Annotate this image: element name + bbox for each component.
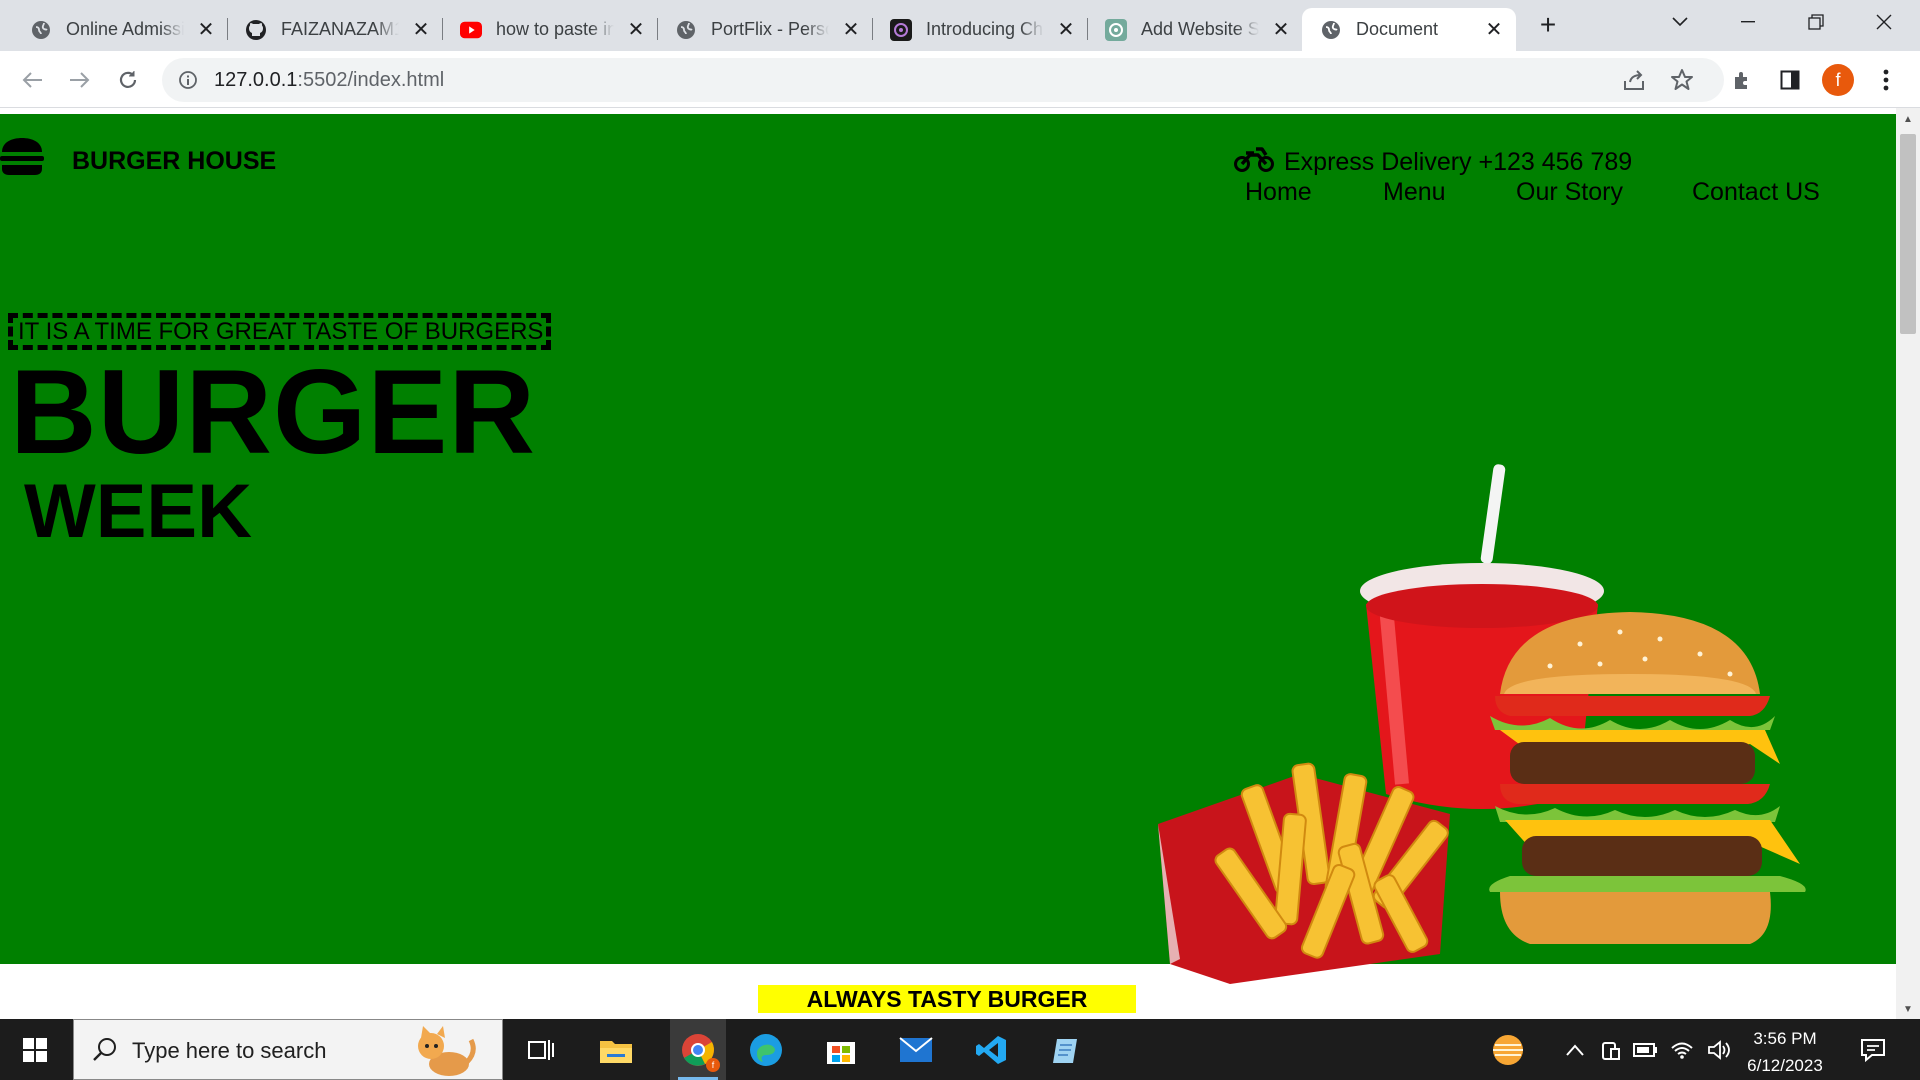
section-label: ALWAYS TASTY BURGER <box>758 985 1136 1013</box>
burger-logo-icon <box>0 136 44 181</box>
cat-widget-icon <box>409 1022 479 1080</box>
tab-title: Introducing Ch <box>926 19 1044 39</box>
motorcycle-icon <box>1234 145 1284 180</box>
hero-subheadline: WEEK <box>24 469 252 554</box>
notepad-icon[interactable] <box>1045 1029 1087 1071</box>
windows-taskbar: Type here to search f 3:56 PM 6/12/2023 <box>0 1019 1920 1080</box>
share-icon[interactable] <box>1622 69 1646 96</box>
system-clock[interactable]: 3:56 PM 6/12/2023 <box>1720 1025 1850 1079</box>
brand-name[interactable]: BURGER HOUSE <box>72 147 276 176</box>
clock-date: 6/12/2023 <box>1747 1056 1823 1075</box>
tab-search-icon[interactable] <box>1646 0 1714 44</box>
nav-contact-us[interactable]: Contact US <box>1692 178 1820 207</box>
web-page: BURGER HOUSE Express Delivery +123 456 7… <box>0 114 1896 1019</box>
tab-youtube[interactable]: how to paste in ✕ <box>430 8 658 51</box>
windows-start-icon[interactable] <box>14 1029 56 1071</box>
delivery-info: Express Delivery +123 456 789 <box>1234 145 1632 180</box>
nav-menu[interactable]: Menu <box>1383 178 1446 207</box>
nav-home[interactable]: Home <box>1245 178 1312 207</box>
tab-portflix[interactable]: PortFlix - Perso ✕ <box>645 8 873 51</box>
tab-title: Add Website S <box>1141 19 1259 39</box>
tab-title: Online Admissi <box>66 19 184 39</box>
scroll-thumb[interactable] <box>1900 134 1916 334</box>
site-info-icon[interactable] <box>178 70 198 95</box>
back-icon[interactable] <box>16 64 48 96</box>
clock-time: 3:56 PM <box>1753 1029 1817 1048</box>
close-tab-icon[interactable]: ✕ <box>1482 17 1506 41</box>
search-icon <box>92 1036 118 1067</box>
tab-github[interactable]: FAIZANAZAM1 ✕ <box>215 8 443 51</box>
tab-introducing[interactable]: Introducing Ch ✕ <box>860 8 1088 51</box>
battery-icon[interactable] <box>1624 1029 1666 1071</box>
minimize-icon[interactable] <box>1714 0 1782 44</box>
delivery-text: Express Delivery +123 456 789 <box>1284 148 1633 176</box>
vscode-icon[interactable] <box>970 1029 1012 1071</box>
globe-icon <box>1320 19 1342 41</box>
side-panel-icon[interactable] <box>1774 64 1806 96</box>
task-view-icon[interactable] <box>520 1029 562 1071</box>
tab-strip: Online Admissi ✕ FAIZANAZAM1 ✕ how to pa… <box>0 0 1920 51</box>
microsoft-store-icon[interactable] <box>820 1029 862 1071</box>
profile-initial: f <box>1822 64 1854 96</box>
new-tab-icon[interactable]: + <box>1532 9 1564 41</box>
tab-title: PortFlix - Perso <box>711 19 829 39</box>
notifications-icon[interactable] <box>1852 1029 1894 1071</box>
mail-icon[interactable] <box>895 1029 937 1071</box>
openai-icon <box>890 18 912 41</box>
search-placeholder: Type here to search <box>132 1038 327 1063</box>
page-scrollbar[interactable]: ▲ ▼ <box>1896 108 1920 1019</box>
tab-online-admission[interactable]: Online Admissi ✕ <box>0 8 228 51</box>
nav-our-story[interactable]: Our Story <box>1516 178 1623 207</box>
close-window-icon[interactable] <box>1850 0 1918 44</box>
tab-title: how to paste in <box>496 19 614 39</box>
globe-icon <box>30 19 52 41</box>
weather-widget-icon[interactable] <box>1487 1029 1529 1071</box>
close-tab-icon[interactable]: ✕ <box>1269 17 1293 41</box>
tab-document[interactable]: Document ✕ <box>1302 8 1516 51</box>
url-text[interactable]: 127.0.0.1:5502/index.html <box>214 69 444 92</box>
chrome-taskbar-icon[interactable]: f <box>670 1019 726 1080</box>
url-path: :5502/index.html <box>297 69 445 91</box>
screen: Online Admissi ✕ FAIZANAZAM1 ✕ how to pa… <box>0 0 1920 1080</box>
menu-kebab-icon[interactable] <box>1870 64 1902 96</box>
github-icon <box>245 19 267 41</box>
tab-add-website[interactable]: Add Website S ✕ <box>1075 8 1303 51</box>
wifi-icon[interactable] <box>1661 1029 1703 1071</box>
edge-icon[interactable] <box>745 1029 787 1071</box>
extensions-icon[interactable] <box>1726 64 1758 96</box>
taskbar-search-box[interactable]: Type here to search <box>73 1019 503 1080</box>
scroll-down-icon[interactable]: ▼ <box>1903 1004 1913 1015</box>
profile-avatar[interactable]: f <box>1822 64 1854 96</box>
address-bar[interactable]: 127.0.0.1:5502/index.html <box>162 58 1724 102</box>
reload-icon[interactable] <box>112 64 144 96</box>
scroll-up-icon[interactable]: ▲ <box>1903 114 1913 125</box>
burger-meal-image <box>1158 464 1806 984</box>
forward-icon[interactable] <box>64 64 96 96</box>
restore-icon[interactable] <box>1782 0 1850 44</box>
youtube-icon <box>460 19 482 41</box>
bookmark-star-icon[interactable] <box>1670 68 1694 97</box>
globe-icon <box>675 19 697 41</box>
file-explorer-icon[interactable] <box>595 1029 637 1071</box>
openai-icon <box>1105 18 1127 41</box>
tab-title: FAIZANAZAM1 <box>281 19 399 39</box>
hero-section: BURGER HOUSE Express Delivery +123 456 7… <box>0 114 1896 984</box>
tab-title: Document <box>1356 19 1439 39</box>
hero-headline: BURGER <box>10 345 537 479</box>
url-host: 127.0.0.1 <box>214 69 298 91</box>
browser-toolbar: 127.0.0.1:5502/index.html f <box>0 51 1920 108</box>
